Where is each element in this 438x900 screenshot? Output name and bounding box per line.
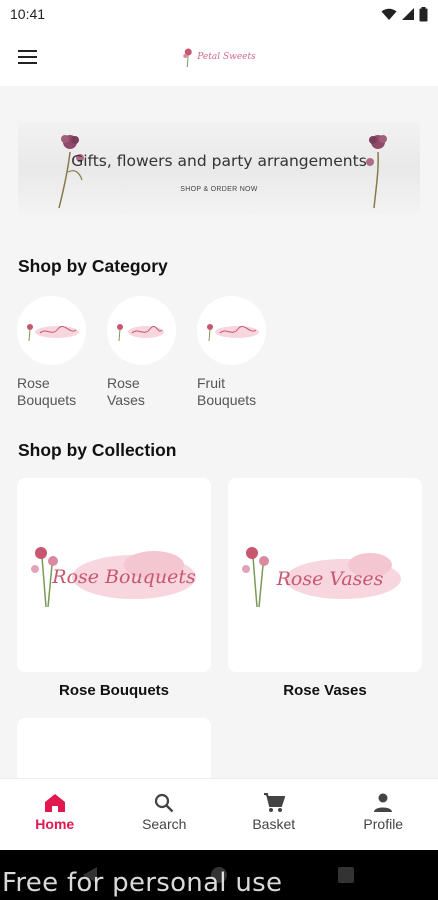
category-section-title: Shop by Category: [18, 256, 168, 276]
signal-icon: [402, 8, 414, 20]
collection-section-title: Shop by Collection: [18, 440, 177, 460]
category-label: Rose Bouquets: [17, 375, 77, 408]
cart-icon: [263, 793, 285, 812]
category-item[interactable]: Fruit Bouquets: [197, 296, 266, 409]
app-logo[interactable]: Petal Sweets: [182, 47, 256, 67]
app-bar: Petal Sweets: [0, 28, 438, 86]
status-icons: [381, 6, 428, 22]
collection-image[interactable]: Rose Vases: [228, 478, 422, 672]
nav-basket[interactable]: Basket: [219, 779, 329, 850]
category-item[interactable]: Rose Bouquets: [17, 296, 86, 409]
wifi-icon: [381, 8, 397, 20]
menu-button[interactable]: [0, 29, 56, 85]
collection-card[interactable]: Rose Bouquets: [17, 478, 211, 672]
category-label: Fruit Bouquets: [197, 375, 257, 408]
collection-image-text: Rose Vases: [276, 568, 384, 590]
rose-logo-icon: [116, 323, 164, 341]
recents-icon[interactable]: [338, 867, 354, 883]
category-image[interactable]: [107, 296, 176, 365]
nav-label: Profile: [363, 816, 404, 832]
flower-decoration-icon: [366, 135, 387, 209]
nav-label: Search: [142, 816, 187, 832]
main-content[interactable]: Gifts, flowers and party arrangements SH…: [0, 86, 438, 778]
category-item[interactable]: Rose Vases: [107, 296, 176, 409]
category-image[interactable]: [17, 296, 86, 365]
category-list: Rose Bouquets Rose Vases Fruit Bouquets: [17, 296, 266, 409]
flower-logo-icon: [183, 48, 192, 67]
status-time: 10:41: [10, 6, 46, 22]
nav-profile[interactable]: Profile: [329, 779, 438, 850]
rose-logo-icon: [206, 323, 259, 341]
collection-card[interactable]: [17, 718, 211, 778]
nav-label: Home: [35, 816, 75, 832]
status-bar: 10:41: [0, 0, 438, 28]
collection-image[interactable]: Rose Bouquets: [17, 478, 211, 672]
collection-label[interactable]: Rose Vases: [228, 682, 422, 699]
nav-label: Basket: [252, 816, 296, 832]
banner-subtitle: SHOP & ORDER NOW: [180, 186, 258, 193]
nav-home[interactable]: Home: [0, 779, 110, 850]
category-label: Rose Vases: [107, 375, 145, 408]
flower-decoration-icon: [58, 135, 84, 209]
rose-vase-logo-icon: Rose Vases: [242, 547, 401, 608]
bottom-navigation: Home Search Basket Profile: [0, 778, 438, 850]
collection-card[interactable]: Rose Vases: [228, 478, 422, 672]
collection-label[interactable]: Rose Bouquets: [17, 682, 211, 699]
banner-title: Gifts, flowers and party arrangements: [71, 152, 367, 170]
watermark-text: Free for personal use: [2, 868, 283, 898]
collection-image-text: Rose Bouquets: [51, 566, 196, 588]
battery-icon: [419, 6, 428, 21]
rose-bouquet-logo-icon: Rose Bouquets: [31, 547, 196, 608]
person-icon: [374, 793, 393, 812]
menu-icon: [18, 50, 37, 64]
nav-search[interactable]: Search: [110, 779, 220, 850]
rose-logo-icon: [26, 323, 79, 341]
category-image[interactable]: [197, 296, 266, 365]
home-icon: [44, 794, 65, 812]
promo-banner[interactable]: Gifts, flowers and party arrangements SH…: [18, 122, 420, 214]
search-icon: [155, 793, 174, 813]
logo-script: Petal Sweets: [197, 52, 256, 62]
